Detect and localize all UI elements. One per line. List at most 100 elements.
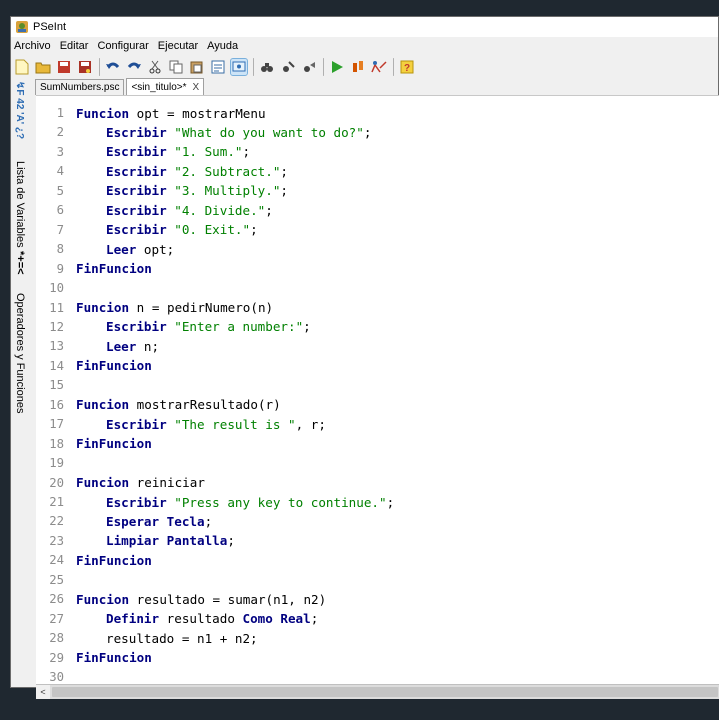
code-line[interactable]: 29 FinFuncion: [36, 648, 152, 668]
code-line[interactable]: 22 Esperar Tecla;: [36, 512, 212, 532]
help-icon[interactable]: ?: [399, 59, 415, 75]
menu-configurar[interactable]: Configurar: [97, 40, 148, 52]
find-next-icon[interactable]: [280, 59, 296, 75]
code-line[interactable]: 1 Funcion opt = mostrarMenu: [36, 103, 266, 123]
code-token: opt;: [136, 241, 175, 257]
code-line[interactable]: 18 FinFuncion: [36, 434, 152, 454]
code-line[interactable]: 26 Funcion resultado = sumar(n1, n2): [36, 590, 326, 610]
code-text: Escribir "0. Exit.";: [76, 222, 258, 237]
view-icon[interactable]: [230, 58, 248, 76]
operators-icon[interactable]: *+=<: [14, 251, 26, 275]
code-token: , r;: [295, 416, 326, 432]
string-token: "Enter a number:": [174, 319, 304, 335]
keyword-token: Escribir: [106, 144, 167, 160]
code-line[interactable]: 5 Escribir "3. Multiply.";: [36, 181, 288, 201]
cut-icon[interactable]: [147, 59, 163, 75]
code-editor[interactable]: 1 Funcion opt = mostrarMenu 2 Escribir "Wha…: [36, 95, 719, 688]
string-token: "Press any key to continue.": [174, 494, 387, 510]
code-line[interactable]: 21 Escribir "Press any key to continue.";: [36, 492, 394, 512]
code-line[interactable]: 11 Funcion n = pedirNumero(n): [36, 298, 273, 318]
code-token: ;: [265, 202, 273, 218]
code-token: ;: [303, 319, 311, 335]
string-token: "1. Sum.": [174, 144, 243, 160]
code-line[interactable]: 25: [36, 570, 76, 590]
code-line[interactable]: 7 Escribir "0. Exit.";: [36, 220, 258, 240]
code-text: Escribir "1. Sum.";: [76, 144, 250, 159]
code-line[interactable]: 23 Limpiar Pantalla;: [36, 531, 235, 551]
menu-archivo[interactable]: Archivo: [14, 40, 51, 52]
code-line[interactable]: 24 FinFuncion: [36, 551, 152, 571]
keyword-token: Esperar Tecla: [106, 513, 205, 529]
menu-ejecutar[interactable]: Ejecutar: [158, 40, 198, 52]
tab-label: <sin_titulo>*: [131, 81, 187, 93]
code-line[interactable]: 9 FinFuncion: [36, 259, 152, 279]
code-line[interactable]: 4 Escribir "2. Subtract.";: [36, 162, 288, 182]
keyword-token: Leer: [106, 241, 137, 257]
line-number: 26: [49, 592, 64, 607]
code-line[interactable]: 14 FinFuncion: [36, 356, 152, 376]
scrollbar-thumb[interactable]: [52, 687, 718, 697]
code-token: ;: [280, 163, 289, 179]
step-icon[interactable]: [350, 59, 366, 75]
horizontal-scrollbar[interactable]: <: [36, 684, 719, 699]
new-file-icon[interactable]: [14, 59, 30, 75]
line-number: 15: [49, 378, 64, 393]
copy-icon[interactable]: [168, 59, 184, 75]
replace-icon[interactable]: [301, 59, 317, 75]
search-icon[interactable]: [259, 59, 275, 75]
code-token: ;: [204, 513, 213, 529]
code-line[interactable]: 28 resultado = n1 + n2;: [36, 628, 258, 648]
redo-icon[interactable]: [126, 59, 142, 75]
line-number: 5: [56, 183, 64, 198]
keyword-token: FinFuncion: [76, 552, 152, 568]
code-line[interactable]: 2 Escribir "What do you want to do?";: [36, 123, 372, 143]
code-line[interactable]: 20 Funcion reiniciar: [36, 473, 205, 493]
line-number: 1: [56, 106, 64, 121]
line-number: 2: [56, 125, 64, 140]
variables-panel-label[interactable]: Lista de Variables: [14, 161, 26, 248]
code-line[interactable]: 17 Escribir "The result is ", r;: [36, 414, 326, 434]
variables-icon[interactable]: ↯F 42 'A' ¿?: [14, 81, 25, 139]
toolbar-separator: [99, 58, 100, 76]
code-line[interactable]: 16 Funcion mostrarResultado(r): [36, 395, 281, 415]
keyword-token: Funcion: [76, 397, 130, 413]
line-number: 30: [49, 670, 64, 685]
run-icon[interactable]: [329, 59, 345, 75]
tab-label: SumNumbers.psc: [40, 82, 120, 93]
menu-ayuda[interactable]: Ayuda: [207, 40, 238, 52]
code-text: FinFuncion: [76, 650, 152, 665]
edit-icon[interactable]: [210, 59, 226, 75]
paste-icon[interactable]: [189, 59, 205, 75]
code-line[interactable]: 27 Definir resultado Como Real;: [36, 609, 318, 629]
toolbar: ?: [11, 55, 718, 79]
string-token: "4. Divide.": [174, 202, 266, 218]
save-icon[interactable]: [56, 59, 72, 75]
toolbar-separator: [253, 58, 254, 76]
code-line[interactable]: 3 Escribir "1. Sum.";: [36, 142, 251, 162]
keyword-token: FinFuncion: [76, 358, 152, 374]
code-line[interactable]: 6 Escribir "4. Divide.";: [36, 201, 273, 221]
code-text: resultado = n1 + n2;: [76, 631, 258, 646]
save-as-icon[interactable]: [77, 59, 93, 75]
code-line[interactable]: 8 Leer opt;: [36, 239, 175, 259]
code-line[interactable]: 13 Leer n;: [36, 337, 159, 357]
code-text: Definir resultado Como Real;: [76, 611, 318, 626]
tab-sin-titulo[interactable]: <sin_titulo>* X: [126, 78, 205, 95]
diagram-icon[interactable]: [371, 59, 387, 75]
code-token: mostrarResultado(r): [129, 397, 281, 413]
code-line[interactable]: 10: [36, 278, 76, 298]
code-token: ;: [363, 124, 372, 140]
keyword-token: Leer: [106, 338, 137, 354]
operators-panel-label[interactable]: Operadores y Funciones: [14, 293, 26, 413]
scroll-left-icon[interactable]: <: [36, 685, 50, 699]
close-icon[interactable]: X: [193, 82, 200, 93]
undo-icon[interactable]: [105, 59, 121, 75]
menu-editar[interactable]: Editar: [60, 40, 89, 52]
code-line[interactable]: 12 Escribir "Enter a number:";: [36, 317, 311, 337]
tab-sumnumbers[interactable]: SumNumbers.psc: [35, 79, 125, 95]
code-line[interactable]: 15: [36, 376, 76, 396]
line-number: 17: [49, 417, 64, 432]
code-text: Escribir "4. Divide.";: [76, 203, 273, 218]
open-file-icon[interactable]: [35, 59, 51, 75]
code-line[interactable]: 19: [36, 453, 76, 473]
